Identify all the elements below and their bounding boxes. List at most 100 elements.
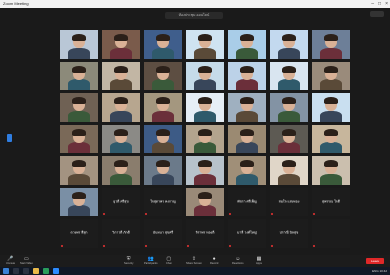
participant-name-tile[interactable]: ยุวดี ศรีสุข xyxy=(102,187,140,216)
minimize-icon[interactable]: – xyxy=(371,0,374,8)
participant-video-tile[interactable] xyxy=(228,30,266,59)
participant-video-tile[interactable] xyxy=(102,30,140,59)
participant-body xyxy=(194,47,216,59)
participant-name-tile[interactable]: ใจสุดาพร คงกาญ xyxy=(144,187,182,216)
participant-video-tile[interactable] xyxy=(60,61,98,90)
search-icon[interactable] xyxy=(13,268,19,274)
participant-name-tile[interactable] xyxy=(312,219,350,248)
participant-video-tile[interactable] xyxy=(186,124,224,153)
participant-video-tile[interactable] xyxy=(312,30,350,59)
participant-video-tile[interactable] xyxy=(60,93,98,122)
muted-mic-icon xyxy=(313,213,315,215)
participant-name-tile[interactable]: สุพรรณ ใจดี xyxy=(312,187,350,216)
participant-video-tile[interactable] xyxy=(270,61,308,90)
page-prev-arrow-icon[interactable] xyxy=(7,134,12,142)
video-button[interactable]: ▭ Start Video xyxy=(20,255,33,267)
toolbar-label: Start Video xyxy=(20,261,33,265)
participant-hair xyxy=(198,160,212,168)
participant-video-tile[interactable] xyxy=(102,61,140,90)
participant-hair xyxy=(282,160,296,168)
participant-body xyxy=(278,79,300,90)
participant-video-tile[interactable] xyxy=(144,30,182,59)
toolbar-label: Participants xyxy=(144,261,158,265)
participant-name-tile[interactable]: พัชรา ศรีเพ็ญ xyxy=(228,187,266,216)
meeting-info-pill[interactable]: ห้องประชุม ออนไลน์ xyxy=(165,12,223,19)
participant-body xyxy=(194,205,216,216)
participant-video-tile[interactable] xyxy=(144,93,182,122)
leave-button[interactable]: Leave xyxy=(366,258,384,264)
participant-video-tile[interactable] xyxy=(186,156,224,185)
participant-video-tile[interactable] xyxy=(312,124,350,153)
participant-name-tile[interactable]: นันทนา สุขศรี xyxy=(144,219,182,248)
participant-name: วิภาวดี ภักดี xyxy=(112,230,130,235)
participant-video-tile[interactable] xyxy=(186,93,224,122)
participant-hair xyxy=(156,97,170,105)
muted-mic-icon xyxy=(229,244,231,247)
participant-body xyxy=(110,110,132,122)
toolbar-label: Unmute xyxy=(6,261,16,265)
participant-video-tile[interactable] xyxy=(60,156,98,185)
participant-hair xyxy=(282,128,296,136)
participant-video-tile[interactable] xyxy=(228,93,266,122)
participant-body xyxy=(194,79,216,90)
participant-video-tile[interactable] xyxy=(60,30,98,59)
participant-video-tile[interactable] xyxy=(102,156,140,185)
participant-video-tile[interactable] xyxy=(270,124,308,153)
participant-video-tile[interactable] xyxy=(312,156,350,185)
participant-video-tile[interactable] xyxy=(60,124,98,153)
participant-video-tile[interactable] xyxy=(60,187,98,216)
participant-hair xyxy=(240,97,254,105)
participant-video-tile[interactable] xyxy=(228,156,266,185)
close-icon[interactable]: × xyxy=(385,0,388,8)
zoom-app-icon[interactable] xyxy=(53,268,59,274)
participant-video-tile[interactable] xyxy=(312,61,350,90)
taskview-icon[interactable] xyxy=(23,268,29,274)
participant-video-tile[interactable] xyxy=(144,61,182,90)
participant-video-tile[interactable] xyxy=(102,124,140,153)
participant-video-tile[interactable] xyxy=(270,93,308,122)
participant-video-tile[interactable] xyxy=(312,93,350,122)
participant-name-tile[interactable]: วิภาวดี ภักดี xyxy=(102,219,140,248)
participant-video-tile[interactable] xyxy=(270,30,308,59)
participant-body xyxy=(110,173,132,185)
participant-name-tile[interactable]: ดวงพร สีสุก xyxy=(60,219,98,248)
meeting-toolbar: Leave 🎤 Unmute ▭ Start Video ⛨ Security 👥 Parti… xyxy=(0,255,390,267)
participant-video-tile[interactable] xyxy=(186,30,224,59)
start-icon[interactable] xyxy=(3,268,9,274)
security-button[interactable]: ⛨ Security xyxy=(124,255,133,267)
participant-video-tile[interactable] xyxy=(228,124,266,153)
participant-video-tile[interactable] xyxy=(102,93,140,122)
share-button[interactable]: ⇪ Share Screen xyxy=(186,255,202,267)
participant-body xyxy=(152,110,174,122)
participant-body xyxy=(68,173,90,185)
view-button[interactable] xyxy=(370,11,384,17)
participant-video-tile[interactable] xyxy=(144,124,182,153)
participant-video-tile[interactable] xyxy=(270,156,308,185)
meeting-label: ห้องประชุม ออนไลน์ xyxy=(178,13,210,17)
browser-icon[interactable] xyxy=(43,268,49,274)
participant-video-tile[interactable] xyxy=(186,61,224,90)
participant-name-tile[interactable]: มาลี วงศ์ใหญ่ xyxy=(228,219,266,248)
participant-video-tile[interactable] xyxy=(186,187,224,216)
apps-button[interactable]: ▦ Apps xyxy=(256,255,262,267)
mic-button[interactable]: 🎤 Unmute xyxy=(6,255,15,267)
chat-button[interactable]: ▢ Chat xyxy=(166,255,171,267)
participant-video-tile[interactable] xyxy=(228,61,266,90)
participants-button[interactable]: 👥 Participants xyxy=(144,255,158,267)
participant-video-tile[interactable] xyxy=(144,156,182,185)
participant-hair xyxy=(114,160,128,168)
participant-hair xyxy=(114,128,128,136)
participant-body xyxy=(320,47,342,59)
participant-name-tile[interactable]: จิราพร ทองดี xyxy=(186,219,224,248)
participant-hair xyxy=(240,128,254,136)
muted-mic-icon xyxy=(187,244,189,247)
participant-hair xyxy=(240,65,254,73)
reactions-button[interactable]: ☺ Reactions xyxy=(232,255,244,267)
participant-name-tile[interactable]: ปราณี นิลสุข xyxy=(270,219,308,248)
participant-name-tile[interactable]: สมใจ แสงทอง xyxy=(270,187,308,216)
participant-body xyxy=(278,142,300,153)
explorer-icon[interactable] xyxy=(33,268,39,274)
maximize-icon[interactable]: □ xyxy=(378,0,381,8)
participant-hair xyxy=(324,128,338,136)
record-button[interactable]: ● Record xyxy=(210,255,218,267)
